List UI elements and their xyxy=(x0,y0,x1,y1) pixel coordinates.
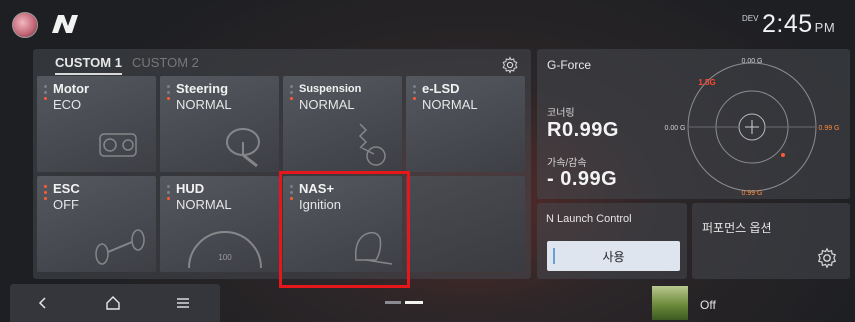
n-logo-icon xyxy=(52,15,78,33)
button-accent-bar xyxy=(553,248,555,264)
home-icon[interactable] xyxy=(104,294,122,312)
mode-tabs: CUSTOM 1 CUSTOM 2 xyxy=(55,55,199,75)
dial-top-label: 0.00 G xyxy=(741,58,762,65)
tile-value: NORMAL xyxy=(422,97,478,112)
nav-buttons xyxy=(10,284,220,322)
tile-value: NORMAL xyxy=(176,97,232,112)
user-avatar[interactable] xyxy=(12,12,38,38)
bottom-bar: Off xyxy=(0,284,855,322)
g-force-marker xyxy=(781,153,785,157)
level-dots xyxy=(44,85,47,103)
top-status-bar: DEV 2:45 PM xyxy=(0,0,855,44)
cornering-value: R0.99G xyxy=(547,119,619,141)
g-force-panel: G-Force 코너링 R0.99G 가속/감속 - 0.99G 0.00 G … xyxy=(537,49,850,199)
performance-options-panel[interactable]: 퍼포먼스 옵션 xyxy=(692,203,850,279)
tab-custom-2[interactable]: CUSTOM 2 xyxy=(132,55,199,75)
dial-peak-label: 1.5G xyxy=(698,78,715,87)
tile-value: NORMAL xyxy=(299,97,355,112)
suspension-icon xyxy=(358,123,386,166)
launch-control-panel: N Launch Control 사용 xyxy=(537,203,687,279)
cornering-label: 코너링 xyxy=(547,108,575,119)
tile-name: Motor xyxy=(53,81,90,96)
motor-icon xyxy=(99,133,137,157)
media-thumbnail[interactable] xyxy=(652,286,688,320)
tile-name: Suspension xyxy=(299,83,362,95)
infotainment-screen: DEV 2:45PM CUSTOM 1 CUSTOM 2 Motor ECO xyxy=(0,0,855,322)
clock-ampm: PM xyxy=(814,20,836,35)
gear-icon[interactable] xyxy=(816,247,838,269)
level-dots xyxy=(290,85,293,103)
tile-name: Steering xyxy=(176,81,229,96)
launch-control-button[interactable]: 사용 xyxy=(547,241,680,271)
level-dots xyxy=(167,185,170,203)
page-dot xyxy=(385,301,401,304)
signal-indicator: DEV xyxy=(742,14,759,23)
g-force-dial: 0.00 G 0.00 G 0.99 G 0.99 G 1.5G xyxy=(664,58,839,197)
tile-value: OFF xyxy=(53,197,79,212)
clock-time: 2:45 xyxy=(762,10,813,38)
launch-control-title: N Launch Control xyxy=(546,213,632,225)
page-dot-active xyxy=(405,301,423,304)
dial-bottom-label: 0.99 G xyxy=(741,190,762,197)
accel-value: - 0.99G xyxy=(547,168,618,190)
tile-value: ECO xyxy=(53,97,82,112)
tile-suspension[interactable]: Suspension NORMAL xyxy=(283,76,402,172)
launch-control-button-label: 사용 xyxy=(602,249,625,264)
level-dots xyxy=(167,85,170,103)
tile-esc[interactable]: ESC OFF xyxy=(37,176,156,272)
tile-value: NORMAL xyxy=(176,197,232,212)
tile-name: HUD xyxy=(176,181,205,196)
tab-custom-1[interactable]: CUSTOM 1 xyxy=(55,55,122,75)
tile-name: e-LSD xyxy=(422,81,460,96)
settings-gear-icon[interactable] xyxy=(501,56,519,74)
level-dots xyxy=(413,85,416,103)
tile-steering[interactable]: Steering NORMAL xyxy=(160,76,279,172)
tile-motor[interactable]: Motor ECO xyxy=(37,76,156,172)
media-status[interactable]: Off xyxy=(700,298,716,312)
accel-label: 가속/감속 xyxy=(547,158,587,169)
selection-highlight xyxy=(279,171,410,288)
clock: 2:45 PM xyxy=(762,10,835,39)
tile-hud[interactable]: HUD NORMAL 100 xyxy=(160,176,279,272)
dial-left-label: 0.00 G xyxy=(664,125,685,132)
steering-wheel-icon xyxy=(226,128,260,168)
tile-e-lsd[interactable]: e-LSD NORMAL xyxy=(406,76,525,172)
level-dots xyxy=(44,185,47,203)
back-icon[interactable] xyxy=(34,294,52,312)
performance-options-title: 퍼포먼스 옵션 xyxy=(702,221,772,235)
tile-name: ESC xyxy=(53,181,80,196)
tile-empty xyxy=(406,176,525,272)
g-force-title: G-Force xyxy=(547,58,592,72)
chassis-icon xyxy=(95,229,145,265)
hud-speed: 100 xyxy=(218,253,232,262)
dial-right-label: 0.99 G xyxy=(818,125,839,132)
hud-gauge-icon: 100 xyxy=(188,231,262,268)
menu-icon[interactable] xyxy=(174,294,192,312)
page-indicator xyxy=(385,301,423,304)
